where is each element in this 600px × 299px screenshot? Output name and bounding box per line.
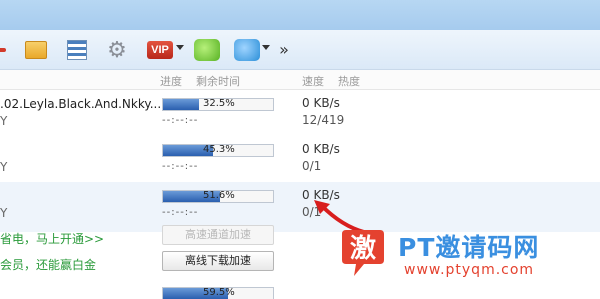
- vip-icon[interactable]: VIP: [146, 36, 174, 64]
- progress-bar: 51.6%: [162, 190, 274, 203]
- progress-label: 51.6%: [203, 190, 235, 201]
- progress-bar: 59.5%: [162, 287, 274, 299]
- peer-count: 12/419: [302, 113, 345, 127]
- folder-icon[interactable]: [22, 36, 50, 64]
- green-app-icon[interactable]: [192, 36, 222, 64]
- table-row[interactable]: Y 45.3% --:--:-- 0 KB/s 0/1: [0, 136, 600, 182]
- list-icon[interactable]: [64, 36, 90, 64]
- column-health[interactable]: 热度: [338, 73, 360, 89]
- watermark-title: PT邀请码网: [398, 233, 540, 262]
- progress-bar: 32.5%: [162, 98, 274, 111]
- remaining-time: --:--:--: [162, 161, 199, 172]
- task-suffix: Y: [0, 114, 8, 128]
- progress-label: 32.5%: [203, 98, 235, 109]
- high-speed-channel-button[interactable]: 高速通道加速: [162, 225, 274, 245]
- remaining-time: --:--:--: [162, 207, 199, 218]
- progress-label: 45.3%: [203, 144, 235, 155]
- column-progress[interactable]: 进度: [160, 73, 182, 89]
- vip-dropdown-icon[interactable]: [176, 45, 184, 50]
- speed: 0 KB/s: [302, 96, 340, 110]
- progress-label: 59.5%: [203, 287, 235, 298]
- vip-label: VIP: [147, 41, 173, 59]
- gear-icon[interactable]: ⚙: [104, 36, 130, 64]
- column-header: 进度 剩余时间 速度 热度: [0, 70, 600, 90]
- task-suffix: Y: [0, 206, 8, 220]
- table-row-selected[interactable]: Y 51.6% --:--:-- 0 KB/s 0/1: [0, 182, 600, 232]
- speed: 0 KB/s: [302, 142, 340, 156]
- delete-icon[interactable]: [0, 36, 8, 64]
- promo-text[interactable]: 会员，还能赢白金: [0, 256, 96, 273]
- offline-download-button[interactable]: 离线下载加速: [162, 251, 274, 271]
- progress-fill: [163, 99, 199, 110]
- title-bar: [0, 0, 600, 30]
- column-remaining[interactable]: 剩余时间: [196, 73, 240, 89]
- table-row[interactable]: .02.Leyla.Black.And.Nkky.... Y 32.5% --:…: [0, 90, 600, 136]
- watermark-url: www.ptyqm.com: [404, 262, 535, 278]
- blue-app-dropdown-icon[interactable]: [262, 45, 270, 50]
- toolbar: ⚙ VIP »: [0, 30, 600, 70]
- task-name: .02.Leyla.Black.And.Nkky....: [0, 97, 165, 111]
- task-suffix: Y: [0, 160, 8, 174]
- promo-link[interactable]: 省电，马上开通>>: [0, 230, 104, 247]
- watermark-logo-char: 激: [350, 233, 376, 264]
- more-icon[interactable]: »: [276, 35, 292, 63]
- blue-app-icon[interactable]: [232, 36, 262, 64]
- progress-bar: 45.3%: [162, 144, 274, 157]
- remaining-time: --:--:--: [162, 115, 199, 126]
- watermark-logo: 激: [342, 230, 384, 276]
- column-speed[interactable]: 速度: [302, 73, 324, 89]
- peer-count: 0/1: [302, 159, 322, 173]
